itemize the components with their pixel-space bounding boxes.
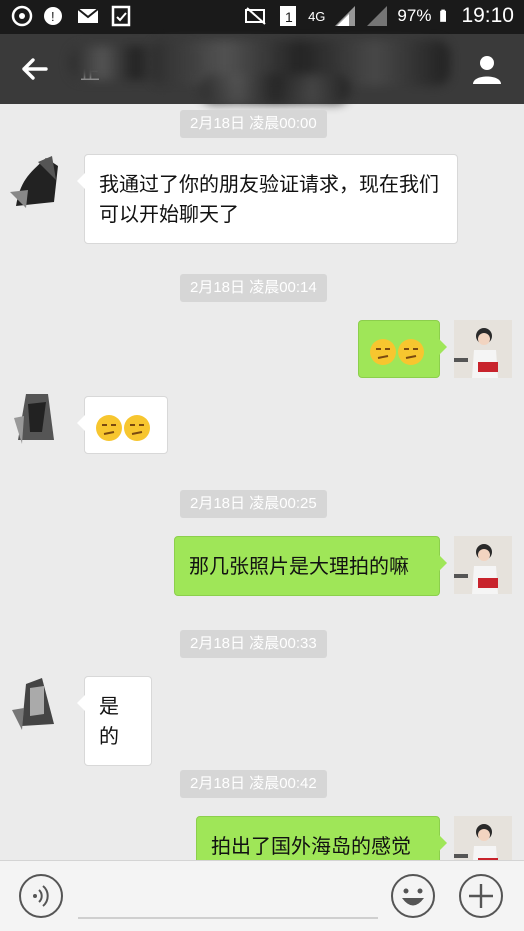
sim1-icon: 1 — [280, 6, 297, 26]
battery-percent: 97% — [397, 6, 432, 25]
my-avatar[interactable] — [454, 816, 512, 860]
my-avatar[interactable] — [454, 536, 512, 594]
chat-header: 正 — [0, 34, 524, 104]
smirk-emoji-icon — [398, 338, 424, 365]
mail-icon — [77, 8, 99, 23]
message-timestamp: 2月18日 凌晨00:14 — [180, 274, 327, 302]
mute-icon — [245, 7, 266, 25]
message-text: 我通过了你的朋友验证请求，现在我们可以开始聊天了 — [99, 172, 439, 226]
input-bar — [0, 860, 524, 931]
signal-icon — [367, 6, 388, 26]
message-timestamp: 2月18日 凌晨00:25 — [180, 490, 327, 518]
message-timestamp: 2月18日 凌晨00:33 — [180, 630, 327, 658]
arrow-left-icon[interactable] — [18, 52, 52, 86]
chat-area[interactable]: 2月18日 凌晨00:00 我通过了你的朋友验证请求，现在我们可以开始聊天了 2… — [0, 104, 524, 860]
message-text: 拍出了国外海岛的感觉 — [211, 834, 411, 858]
smiley-icon[interactable] — [390, 873, 436, 919]
smirk-emoji-icon — [124, 414, 150, 441]
message-input[interactable] — [78, 917, 378, 919]
contact-avatar[interactable] — [8, 152, 66, 210]
svg-text:1: 1 — [285, 9, 293, 25]
redacted-contact-name — [200, 74, 350, 104]
incoming-message-bubble[interactable] — [77, 396, 168, 454]
outgoing-message-bubble[interactable] — [358, 320, 447, 378]
outgoing-message-bubble[interactable]: 拍出了国外海岛的感觉 — [196, 816, 447, 860]
alert-icon: ! — [44, 7, 62, 25]
message-timestamp: 2月18日 凌晨00:42 — [180, 770, 327, 798]
smirk-emoji-icon — [370, 338, 396, 365]
svg-text:!: ! — [51, 9, 55, 24]
message-timestamp: 2月18日 凌晨00:00 — [180, 110, 327, 138]
incoming-message-bubble[interactable]: 我通过了你的朋友验证请求，现在我们可以开始聊天了 — [77, 154, 458, 244]
smirk-emoji-icon — [96, 414, 122, 441]
signal-icon — [335, 6, 356, 26]
clipboard-icon — [111, 5, 131, 27]
incoming-message-bubble[interactable]: 是的 — [77, 676, 152, 766]
voice-icon[interactable] — [18, 873, 64, 919]
contact-avatar[interactable] — [8, 674, 66, 732]
message-text: 那几张照片是大理拍的嘛 — [189, 554, 409, 578]
plus-icon[interactable] — [458, 873, 504, 919]
status-bar: ! 1 4G 97% 19:10 — [0, 0, 524, 34]
my-avatar[interactable] — [454, 320, 512, 378]
sync-icon — [11, 5, 33, 27]
clock: 19:10 — [461, 4, 514, 27]
battery-icon — [440, 9, 447, 22]
network-type: 4G — [308, 8, 326, 24]
message-text: 是的 — [99, 694, 119, 748]
outgoing-message-bubble[interactable]: 那几张照片是大理拍的嘛 — [174, 536, 447, 596]
user-icon[interactable] — [470, 52, 504, 86]
contact-avatar[interactable] — [8, 388, 66, 446]
